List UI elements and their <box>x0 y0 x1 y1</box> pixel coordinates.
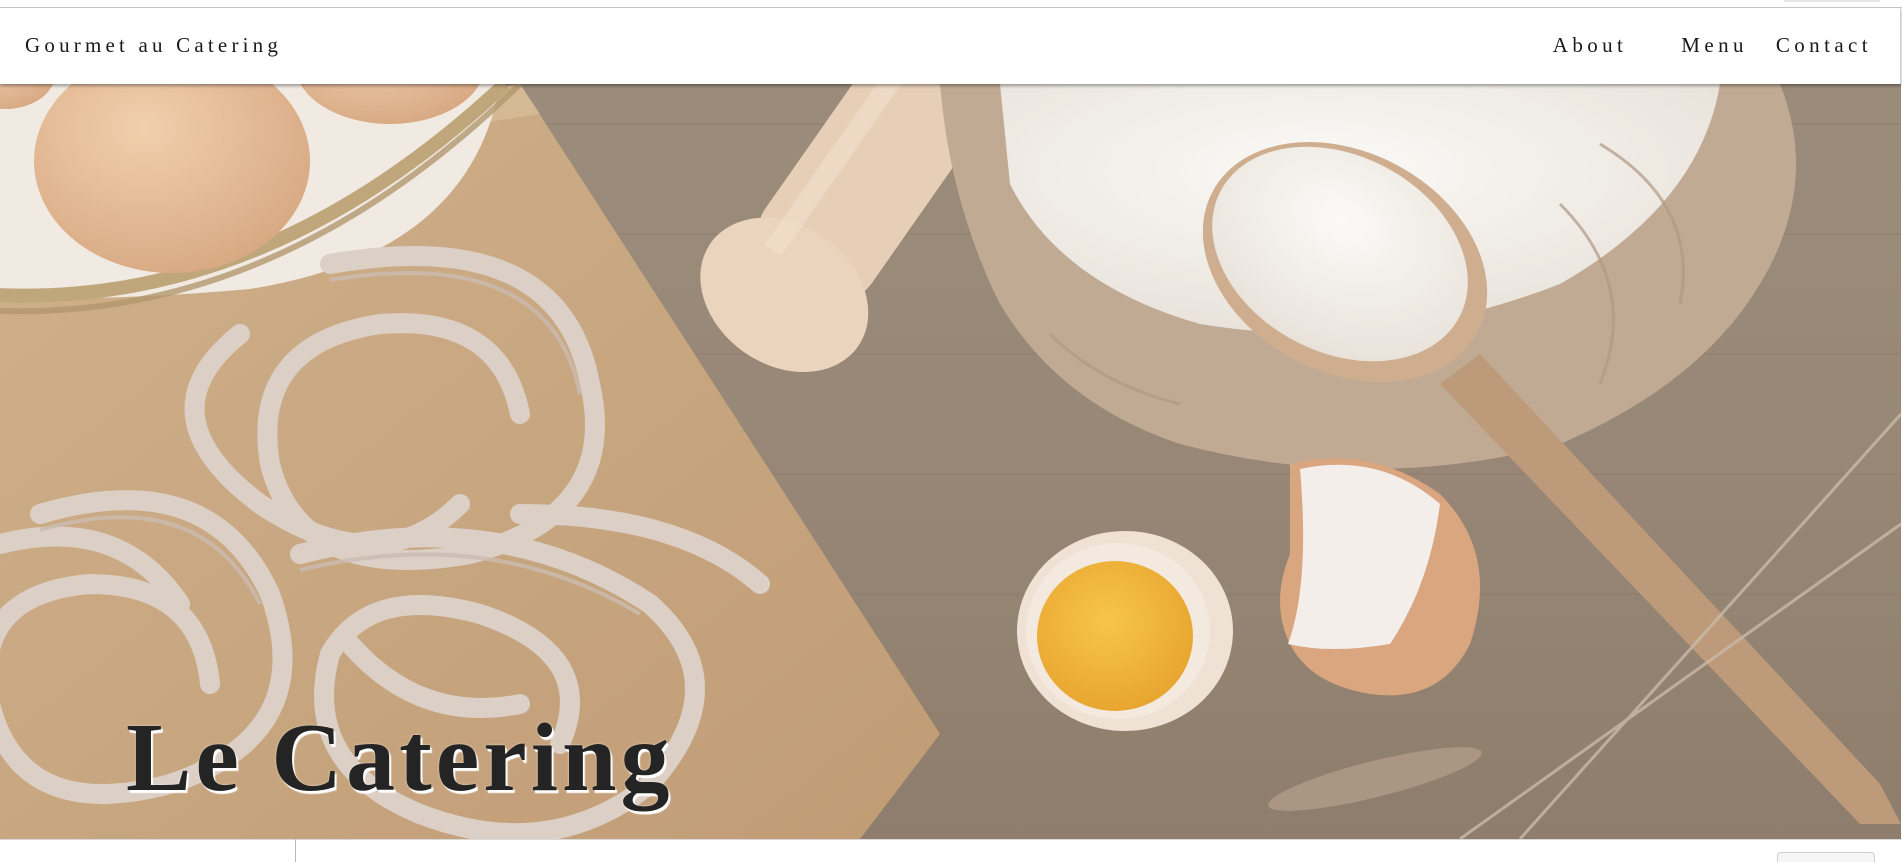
top-tab-stub <box>1784 0 1880 2</box>
bottom-strip <box>0 839 1902 862</box>
bottom-partial-button[interactable] <box>1777 852 1875 862</box>
brand-link[interactable]: Gourmet au Catering <box>25 33 282 58</box>
hero-title: Le Catering <box>126 704 674 812</box>
hero-banner: Le Catering <box>0 84 1901 839</box>
window-top-strip <box>0 0 1902 8</box>
bottom-divider <box>295 839 296 862</box>
nav-link-menu[interactable]: Menu <box>1681 33 1748 58</box>
nav-link-about[interactable]: About <box>1553 33 1628 58</box>
nav-link-contact[interactable]: Contact <box>1776 33 1872 58</box>
nav-links: About Menu Contact <box>1553 33 1872 58</box>
top-navbar: Gourmet au Catering About Menu Contact <box>0 8 1901 84</box>
